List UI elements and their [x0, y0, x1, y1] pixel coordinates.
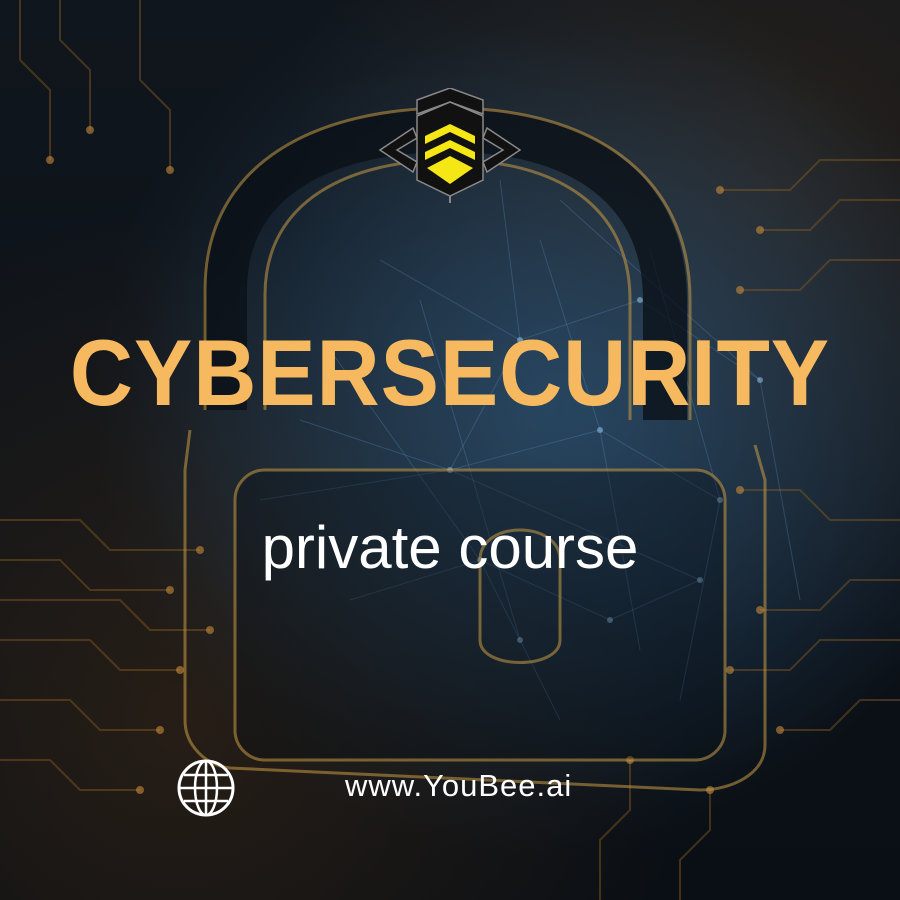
page-title: CYBERSECURITY: [69, 320, 831, 425]
cybersecurity-poster: CYBERSECURITY private course www.YouBee.…: [0, 0, 900, 900]
website-link[interactable]: www.YouBee.ai: [345, 766, 572, 806]
bee-logo-icon: [378, 88, 522, 203]
globe-icon: [177, 759, 235, 817]
subtitle: private course: [261, 514, 639, 581]
